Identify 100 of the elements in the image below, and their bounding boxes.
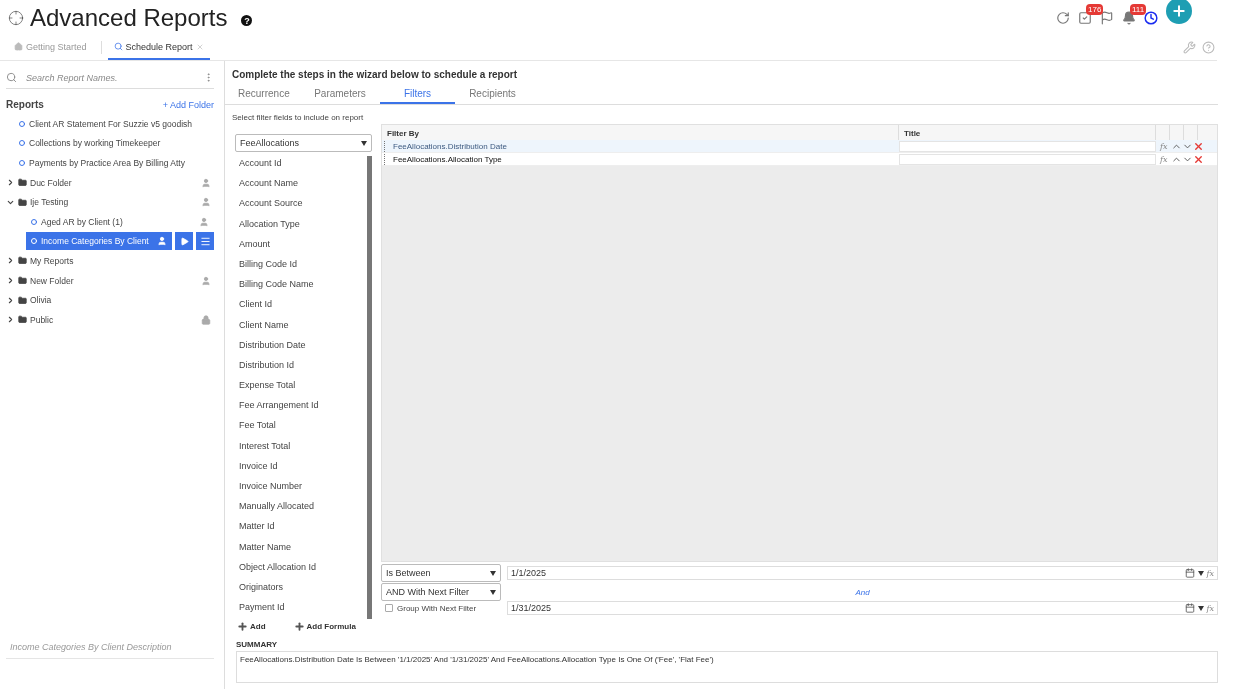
field-item[interactable]: Originators: [235, 577, 367, 599]
field-item[interactable]: Fee Arrangement Id: [235, 396, 367, 417]
title-field[interactable]: [899, 153, 1156, 165]
bell-icon[interactable]: [1122, 10, 1136, 25]
field-item[interactable]: Distribution Date: [235, 335, 367, 356]
person-icon: [201, 197, 211, 208]
folder-icon: [18, 315, 27, 325]
report-item[interactable]: Aged AR by Client (1): [26, 212, 214, 231]
hint-text: Select filter fields to include on report: [231, 112, 365, 122]
field-item[interactable]: Payment Id: [235, 598, 367, 617]
crosshair-icon: [8, 9, 24, 26]
group-label: Group With Next Filter: [397, 603, 477, 613]
help-icon[interactable]: ?: [241, 15, 253, 26]
folder-icon: [18, 256, 27, 266]
field-item[interactable]: Matter Name: [235, 537, 367, 558]
menu-button[interactable]: [196, 232, 214, 251]
folder-label[interactable]: New Folder: [30, 271, 198, 290]
field-item[interactable]: Invoice Number: [235, 477, 367, 498]
field-item[interactable]: Account Source: [235, 194, 367, 215]
expand-icon[interactable]: [6, 295, 15, 305]
title-field[interactable]: [899, 140, 1156, 152]
field-item[interactable]: Amount: [235, 234, 367, 255]
step-tab[interactable]: Recurrence: [225, 84, 300, 104]
field-item[interactable]: Distribution Id: [235, 355, 367, 377]
formula-button[interactable]: fx: [1160, 154, 1168, 164]
source-select[interactable]: FeeAllocations: [235, 134, 372, 152]
table-cell-text: FeeAllocations.Allocation Type: [392, 154, 503, 164]
field-item[interactable]: Allocation Type: [235, 214, 367, 235]
flag-icon[interactable]: [1100, 10, 1114, 25]
table-cell-text: FeeAllocations.Distribution Date: [392, 141, 508, 151]
field-item[interactable]: Expense Total: [235, 376, 367, 397]
expand-icon[interactable]: [6, 315, 15, 325]
delete-icon[interactable]: [1193, 140, 1205, 152]
count-badge: 111: [1130, 3, 1147, 15]
count-badge: 176: [1086, 3, 1104, 15]
search-icon: [113, 42, 123, 51]
field-item[interactable]: Matter Id: [235, 517, 367, 538]
add-button[interactable]: [1166, 0, 1192, 24]
folder-icon: [18, 197, 27, 207]
step-tab[interactable]: Parameters: [300, 84, 380, 104]
page-tab[interactable]: Schedule Report: [107, 35, 210, 60]
value-field[interactable]: 1/31/2025 fx: [507, 601, 1218, 615]
report-item[interactable]: Payments by Practice Area By Billing Atty: [14, 154, 214, 172]
field-item[interactable]: Interest Total: [235, 436, 367, 457]
plus-icon: [293, 621, 305, 632]
expand-icon[interactable]: [6, 256, 15, 266]
field-item[interactable]: Object Allocation Id: [235, 557, 367, 578]
run-button[interactable]: [175, 232, 193, 251]
folder-label[interactable]: Duc Folder: [30, 173, 198, 192]
bullet-icon: [31, 238, 37, 245]
delete-icon[interactable]: [1193, 153, 1205, 165]
expand-icon[interactable]: [6, 276, 15, 286]
add-button[interactable]: Add: [237, 621, 266, 632]
field-item[interactable]: Billing Code Id: [235, 254, 367, 276]
lock-icon: [201, 314, 211, 325]
play-icon: [179, 236, 189, 246]
folder-icon: [18, 178, 27, 188]
plus-icon: [1171, 2, 1187, 19]
folder-label[interactable]: My Reports: [30, 251, 198, 270]
field-item[interactable]: Client Name: [235, 315, 367, 336]
and-label: And: [854, 587, 871, 597]
person-icon: [157, 236, 167, 247]
add-formula-button[interactable]: Add Formula: [293, 621, 356, 632]
calendar-icon[interactable]: [1184, 568, 1195, 578]
group-checkbox[interactable]: [385, 604, 393, 612]
step-tab[interactable]: Recipients: [455, 84, 530, 104]
operator-select[interactable]: Is Between: [381, 564, 501, 582]
field-item[interactable]: Fee Total: [235, 416, 367, 437]
person-icon: [201, 177, 211, 188]
summary-label: SUMMARY: [235, 639, 279, 649]
field-item[interactable]: Account Name: [235, 174, 367, 195]
folder-label[interactable]: Public: [30, 310, 198, 329]
report-item[interactable]: Collections by working Timekeeper: [14, 134, 214, 153]
bullet-icon: [19, 140, 25, 147]
page-title: Advanced Reports: [30, 3, 228, 32]
folder-label[interactable]: Ije Testing: [30, 193, 198, 212]
wizard-heading: Complete the steps in the wizard below to schedule a report: [231, 69, 519, 80]
field-item[interactable]: Manually Allocated: [235, 497, 367, 518]
step-tab[interactable]: Filters: [380, 84, 455, 104]
field-item[interactable]: Invoice Id: [235, 456, 367, 477]
report-item[interactable]: Client AR Statement For Suzzie v5 goodish: [14, 114, 214, 133]
field-item[interactable]: Account Id: [235, 154, 367, 175]
home-icon: [14, 42, 23, 51]
add-folder-link[interactable]: + Add Folder: [162, 99, 214, 110]
formula-button[interactable]: fx: [1160, 141, 1168, 151]
field-item[interactable]: Client Id: [235, 295, 367, 316]
clock-icon[interactable]: [1144, 10, 1158, 25]
folder-label[interactable]: Olivia: [30, 291, 198, 310]
value-field[interactable]: 1/1/2025 fx: [507, 566, 1218, 580]
conjunction-select[interactable]: AND With Next Filter: [381, 583, 501, 601]
search-icon: [6, 72, 17, 83]
field-item[interactable]: Billing Code Name: [235, 275, 367, 296]
summary-text: FeeAllocations.Distribution Date Is Between '1/1/2025' And '1/31/2025' And FeeAllocations.Allocation Type Is One Of ('Fee', 'Flat Fee'): [236, 651, 1218, 683]
report-item[interactable]: Income Categories By Client: [26, 232, 172, 251]
scrollbar[interactable]: [367, 156, 372, 619]
tasks-icon[interactable]: [1078, 10, 1092, 25]
refresh-icon[interactable]: [1056, 10, 1070, 25]
calendar-icon[interactable]: [1184, 603, 1195, 613]
bullet-icon: [31, 218, 37, 225]
expand-icon[interactable]: [6, 178, 15, 188]
